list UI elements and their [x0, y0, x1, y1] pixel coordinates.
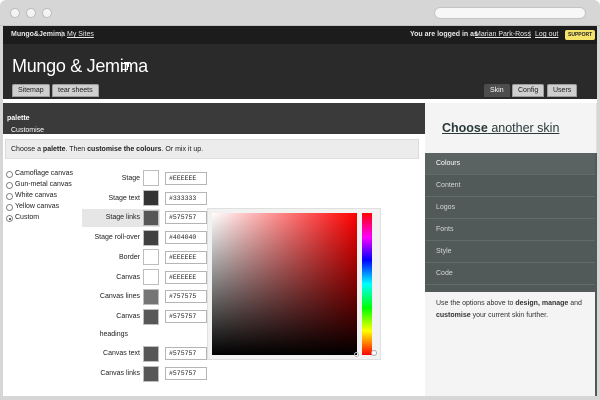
- hex-input[interactable]: #575757: [165, 310, 207, 323]
- hex-input[interactable]: #575757: [165, 367, 207, 380]
- hex-input[interactable]: #575757: [165, 211, 207, 224]
- sidebar-description: Use the options above to design, manage …: [425, 292, 595, 400]
- color-swatch[interactable]: [143, 230, 159, 246]
- site-name: Mungo&Jemima: [11, 31, 66, 38]
- instruction-text: Choose a palette. Then customise the col…: [5, 139, 419, 159]
- external-link-icon[interactable]: [121, 62, 129, 70]
- color-swatch[interactable]: [143, 249, 159, 265]
- hue-slider[interactable]: [362, 213, 372, 355]
- color-label: Stage: [121, 175, 140, 182]
- picker-handle[interactable]: [354, 352, 359, 357]
- color-swatch[interactable]: [143, 190, 159, 206]
- radio-button[interactable]: [6, 193, 13, 200]
- color-label: Canvas text: [103, 350, 140, 357]
- hex-input[interactable]: #EEEEEE: [165, 251, 207, 264]
- tab-users[interactable]: Users: [547, 84, 578, 97]
- color-swatch[interactable]: [143, 346, 159, 362]
- radio-button[interactable]: [6, 182, 13, 189]
- window-maximize-dot[interactable]: [42, 8, 52, 18]
- color-label: Canvas links: [100, 370, 140, 377]
- my-sites-link[interactable]: My Sites: [67, 31, 94, 38]
- radio-button-selected[interactable]: [6, 215, 13, 222]
- color-swatch[interactable]: [143, 309, 159, 325]
- logged-in-text: You are logged in as: [410, 31, 478, 38]
- address-bar[interactable]: [434, 7, 586, 19]
- separator: |: [61, 31, 63, 38]
- user-name-link[interactable]: Marian Park-Ross: [475, 31, 531, 38]
- hex-input[interactable]: #404040: [165, 231, 207, 244]
- color-label: Canvas: [116, 313, 140, 320]
- support-button[interactable]: SUPPORT: [565, 30, 596, 40]
- tab-sitemap[interactable]: Sitemap: [12, 84, 50, 97]
- sidebar-item-content[interactable]: Content: [425, 175, 595, 197]
- color-label: Stage links: [105, 214, 140, 221]
- hex-input[interactable]: #757575: [165, 290, 207, 303]
- color-swatch[interactable]: [143, 289, 159, 305]
- sidebar-item-code[interactable]: Code: [425, 263, 595, 285]
- sidebar-item-logos[interactable]: Logos: [425, 197, 595, 219]
- saturation-value-field[interactable]: [212, 213, 357, 355]
- separator: |: [529, 31, 531, 38]
- hue-handle[interactable]: [371, 350, 377, 356]
- sidebar-item-colours[interactable]: Colours: [425, 153, 595, 175]
- tab-config[interactable]: Config: [512, 84, 545, 97]
- radio-button[interactable]: [6, 204, 13, 211]
- logout-link[interactable]: Log out: [535, 31, 558, 38]
- color-label: Canvas: [116, 274, 140, 281]
- sidebar-item-fonts[interactable]: Fonts: [425, 219, 595, 241]
- color-swatch[interactable]: [143, 210, 159, 226]
- hex-input[interactable]: #EEEEEE: [165, 172, 207, 185]
- color-label: Stage roll-over: [94, 234, 140, 241]
- window-minimize-dot[interactable]: [26, 8, 36, 18]
- color-label: Border: [118, 254, 140, 261]
- color-swatch[interactable]: [143, 269, 159, 285]
- frame-bottom: [0, 396, 600, 400]
- top-bar: Mungo&Jemima | My Sites You are logged i…: [3, 26, 597, 44]
- color-label: Stage text: [108, 195, 140, 202]
- color-label: Canvas lines: [99, 293, 140, 300]
- hex-input[interactable]: #333333: [165, 192, 207, 205]
- color-label-continued: headings: [99, 331, 128, 338]
- browser-chrome: [0, 0, 600, 26]
- panel-header: Customise your palette: [3, 103, 425, 141]
- radio-button[interactable]: [6, 171, 13, 178]
- hex-input[interactable]: #EEEEEE: [165, 271, 207, 284]
- tab-skin[interactable]: Skin: [484, 84, 510, 97]
- tab-tear-sheets[interactable]: tear sheets: [52, 84, 99, 97]
- window-close-dot[interactable]: [10, 8, 20, 18]
- color-swatch[interactable]: [143, 170, 159, 186]
- hex-input[interactable]: #575757: [165, 347, 207, 360]
- choose-skin-link[interactable]: Choose another skin: [442, 121, 559, 135]
- color-swatch[interactable]: [143, 366, 159, 382]
- panel-heading: Customise your palette: [7, 115, 45, 141]
- sidebar-item-style[interactable]: Style: [425, 241, 595, 263]
